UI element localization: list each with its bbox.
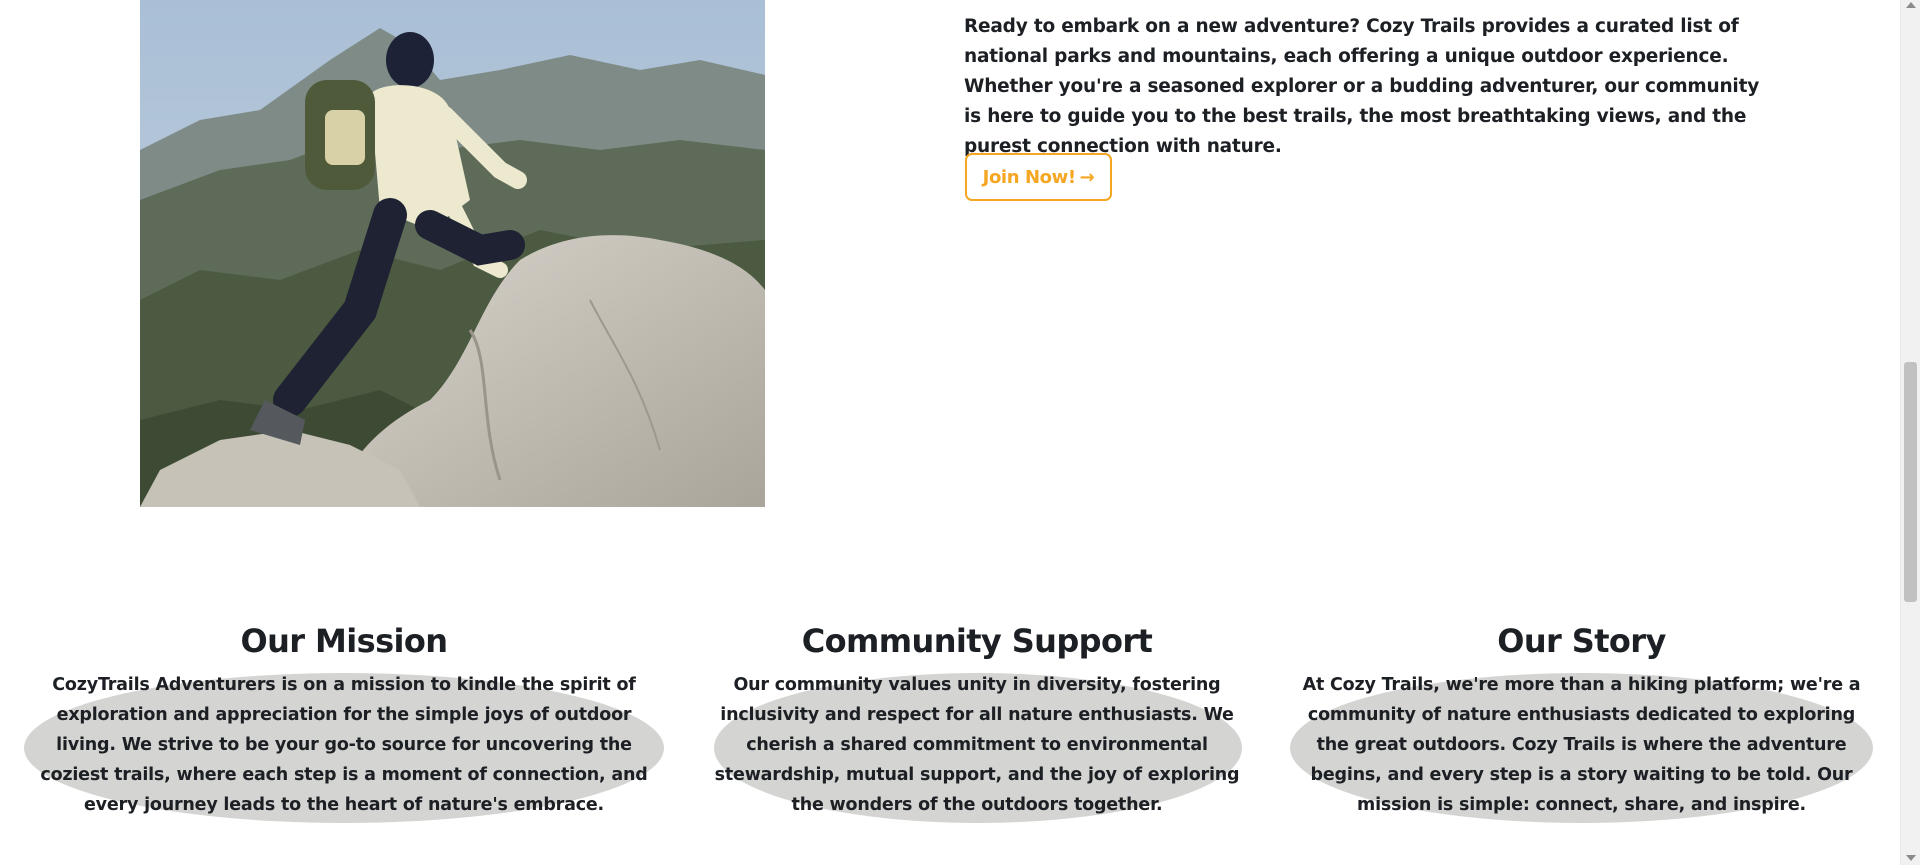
community-section: Community Support Our community values u… [712,618,1242,823]
join-now-label: Join Now! [982,166,1076,188]
story-text: At Cozy Trails, we're more than a hiking… [1302,675,1861,815]
mission-text: CozyTrails Adventurers is on a mission t… [40,675,648,815]
page-scrollbar[interactable] [1900,0,1920,865]
mission-section: Our Mission CozyTrails Adventurers is on… [24,618,664,823]
hiker-photo-illustration [140,0,765,507]
intro-paragraph: Ready to embark on a new adventure? Cozy… [964,16,1760,157]
story-title: Our Story [1497,622,1666,660]
community-title: Community Support [801,622,1153,660]
scrollbar-thumb[interactable] [1904,362,1917,602]
mission-title: Our Mission [240,622,449,660]
arrow-right-icon: → [1079,166,1095,188]
scroll-up-arrow-icon[interactable] [1906,2,1916,8]
join-now-button[interactable]: Join Now! → [965,153,1112,201]
story-section: Our Story At Cozy Trails, we're more tha… [1290,618,1873,823]
hero-hiker-photo [140,0,765,507]
scroll-down-arrow-icon[interactable] [1906,855,1916,861]
community-text: Our community values unity in diversity,… [714,675,1240,815]
